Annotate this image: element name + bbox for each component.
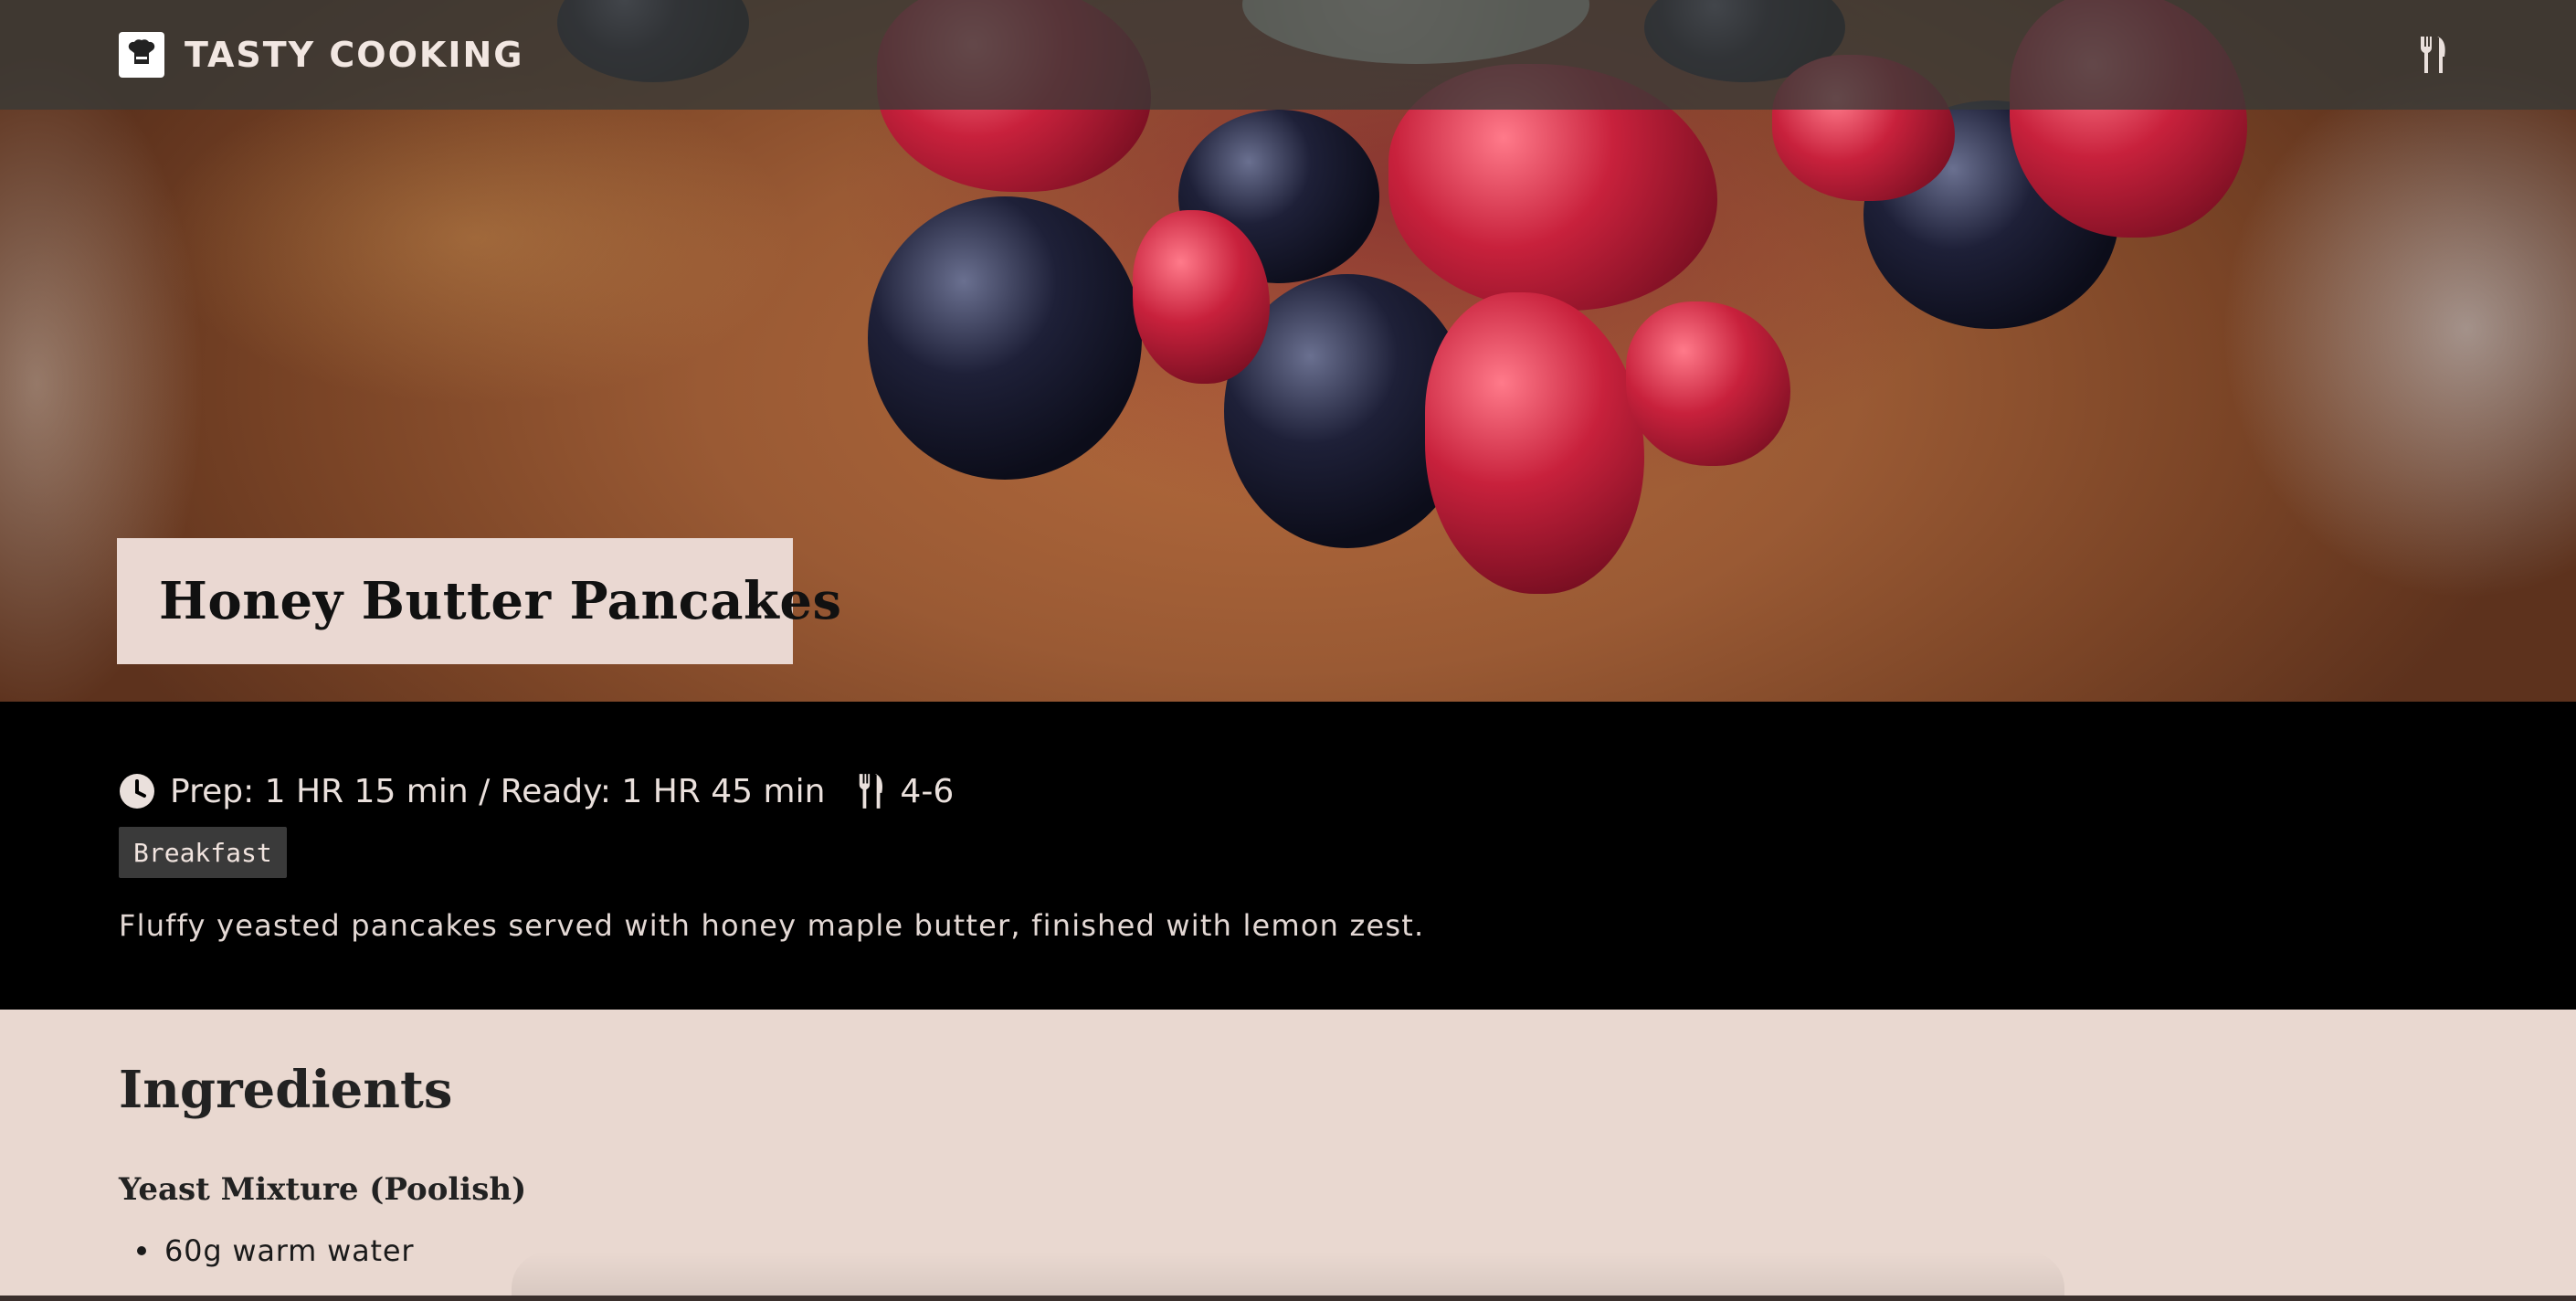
recipe-description: Fluffy yeasted pancakes served with hone… (119, 908, 1425, 943)
brand-link[interactable]: TASTY COOKING (119, 32, 524, 78)
fork-knife-icon (2420, 37, 2445, 73)
recipe-title: Honey Butter Pancakes (159, 571, 842, 631)
ingredient-text: 60g warm water (164, 1233, 415, 1268)
category-tag[interactable]: Breakfast (119, 827, 287, 878)
brand-name: TASTY COOKING (185, 35, 524, 75)
ingredients-heading: Ingredients (119, 1060, 453, 1120)
scroll-shadow (512, 1252, 2064, 1301)
ingredient-group-title: Yeast Mixture (Poolish) (119, 1171, 527, 1208)
recipe-meta: Prep: 1 HR 15 min / Ready: 1 HR 45 min 4… (119, 764, 954, 819)
list-item: 60g warm water (137, 1233, 414, 1268)
clock-icon (120, 774, 154, 809)
menu-button[interactable] (2410, 31, 2457, 79)
blueberry (868, 196, 1142, 480)
chef-hat-icon (119, 32, 164, 78)
recipe-info: Prep: 1 HR 15 min / Ready: 1 HR 45 min 4… (0, 702, 2576, 1010)
servings-count: 4-6 (900, 772, 955, 810)
bullet-icon (137, 1246, 146, 1255)
fork-knife-icon (860, 774, 883, 809)
site-header: TASTY COOKING (0, 0, 2576, 110)
ingredient-list: 60g warm water (137, 1233, 414, 1268)
window-bottom-edge (0, 1296, 2576, 1301)
prep-ready-time: Prep: 1 HR 15 min / Ready: 1 HR 45 min (170, 772, 826, 810)
recipe-title-card: Honey Butter Pancakes (117, 538, 841, 664)
